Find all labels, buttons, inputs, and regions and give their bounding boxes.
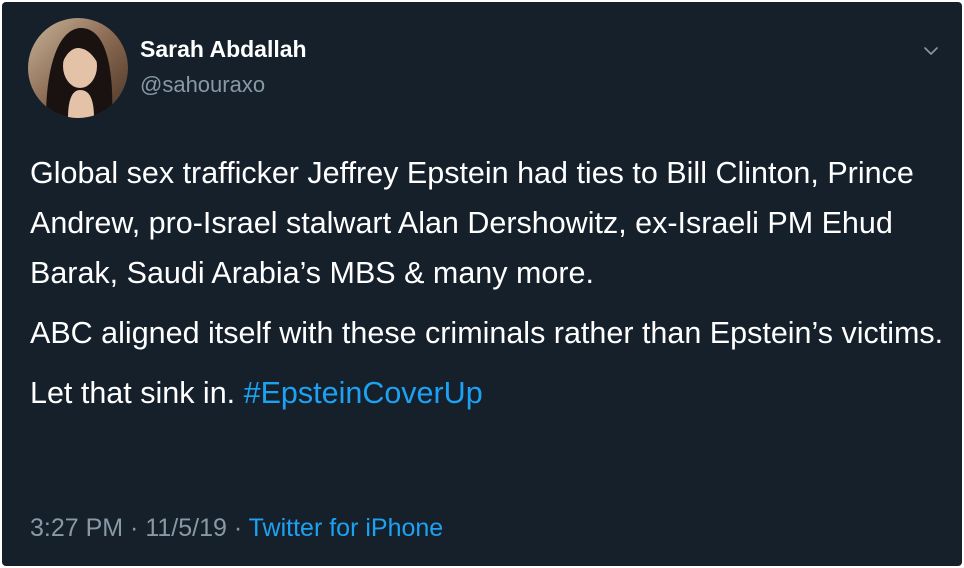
tweet-paragraph: Let that sink in. #EpsteinCoverUp [30,368,950,418]
tweet-paragraph: ABC aligned itself with these criminals … [30,316,944,350]
tweet-source-link[interactable]: Twitter for iPhone [249,514,444,542]
tweet-metadata: 3:27 PM · 11/5/19 · Twitter for iPhone [30,514,443,543]
tweet-card: Sarah Abdallah @sahouraxo Global sex tra… [2,2,962,566]
hashtag-link[interactable]: #EpsteinCoverUp [244,376,483,410]
author-handle[interactable]: @sahouraxo [140,72,265,98]
tweet-text: Global sex trafficker Jeffrey Epstein ha… [30,148,950,428]
tweet-date[interactable]: 11/5/19 [145,514,227,542]
avatar-image [28,18,128,118]
avatar[interactable] [28,18,128,118]
tweet-final-text: Let that sink in. [30,376,244,410]
meta-separator: · [123,514,146,542]
author-name[interactable]: Sarah Abdallah [140,36,307,63]
chevron-down-icon[interactable] [918,38,944,64]
tweet-paragraph: Global sex trafficker Jeffrey Epstein ha… [30,156,914,290]
meta-separator: · [226,514,249,542]
tweet-time[interactable]: 3:27 PM [30,514,123,542]
